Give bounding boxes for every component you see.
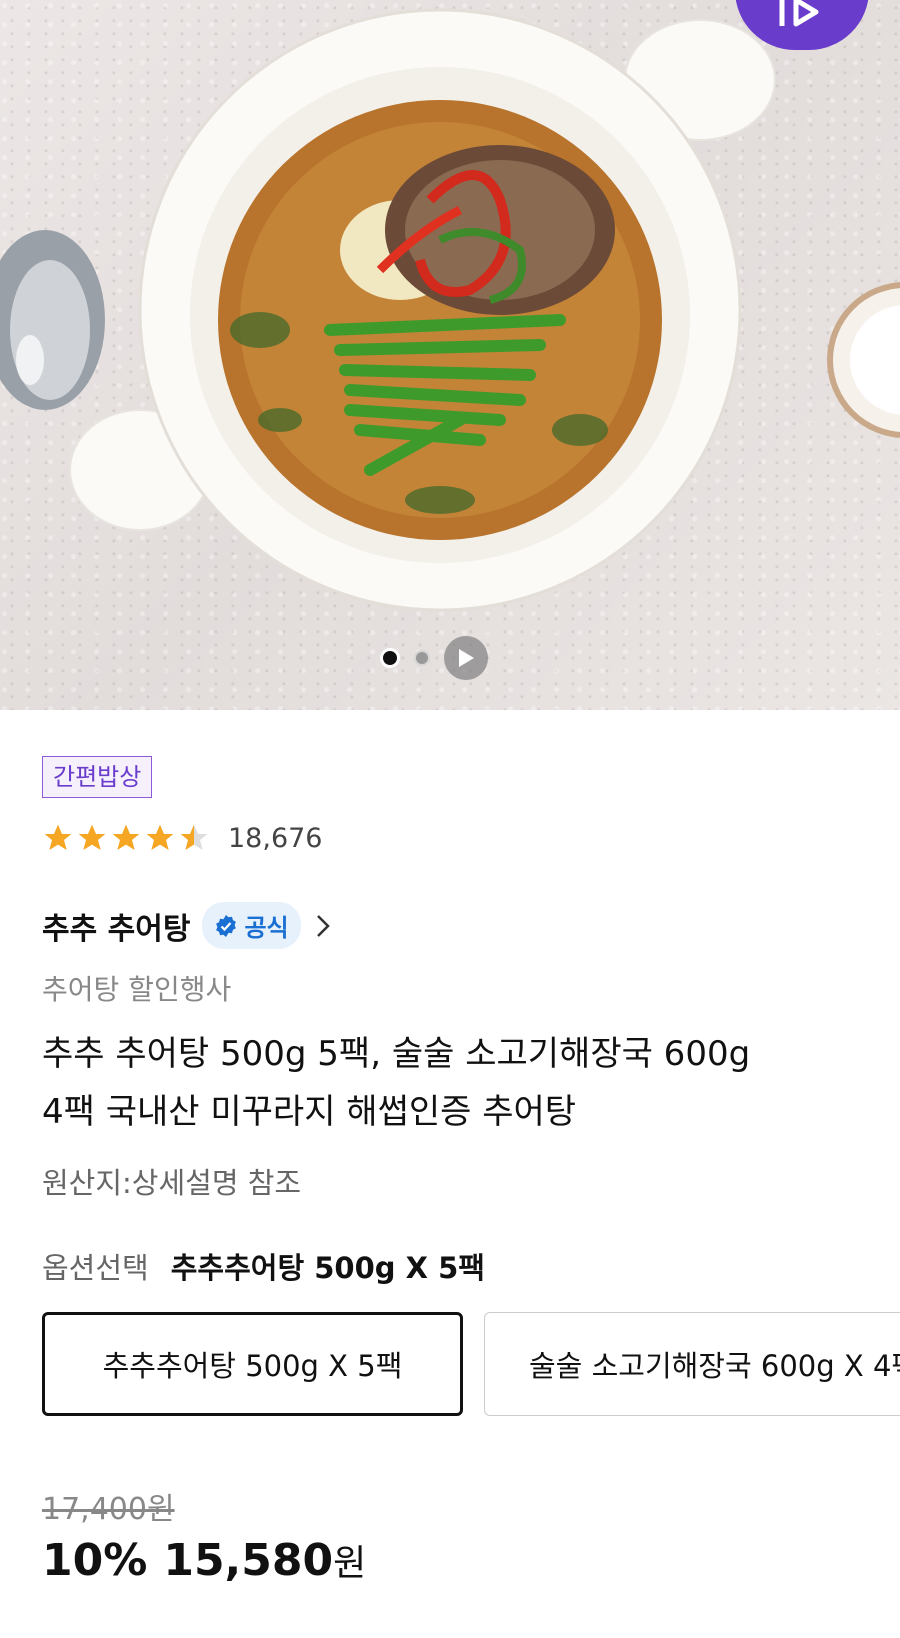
original-price: 17,400원 bbox=[42, 1492, 175, 1527]
option-label: 옵션선택 bbox=[42, 1251, 149, 1285]
option-selected-value: 추추추어탕 500g X 5팩 bbox=[170, 1251, 485, 1285]
option-button[interactable]: 술술 소고기해장국 600g X 4팩 bbox=[484, 1312, 900, 1416]
category-tag[interactable]: 간편밥상 bbox=[42, 756, 153, 798]
star-icon bbox=[146, 824, 174, 850]
rating-row[interactable]: 18,676 bbox=[42, 822, 322, 854]
promo-text: 추어탕 할인행사 bbox=[42, 973, 232, 1006]
page-dot[interactable] bbox=[414, 650, 430, 666]
seller-name: 추추 추어탕 bbox=[42, 911, 191, 947]
review-count: 18,676 bbox=[228, 822, 323, 854]
chevron-right-icon bbox=[316, 914, 330, 937]
official-badge: 공식 bbox=[202, 902, 301, 949]
page-dot-active[interactable] bbox=[380, 648, 400, 668]
product-image[interactable] bbox=[0, 0, 900, 710]
image-pagination bbox=[380, 636, 488, 680]
verified-icon bbox=[216, 914, 237, 937]
sale-price: 15,580 bbox=[163, 1535, 334, 1586]
discount-rate: 10% bbox=[42, 1535, 148, 1586]
product-title-line1: 추추 추어탕 500g 5팩, 술술 소고기해장국 600g bbox=[42, 1034, 751, 1074]
currency-unit: 원 bbox=[333, 1543, 367, 1584]
seller-link[interactable]: 추추 추어탕 공식 bbox=[42, 902, 331, 949]
option-summary: 옵션선택 추추추어탕 500g X 5팩 bbox=[42, 1245, 485, 1287]
origin-info: 원산지:상세설명 참조 bbox=[42, 1166, 302, 1200]
product-photo bbox=[0, 8, 900, 612]
official-label: 공식 bbox=[244, 914, 289, 942]
product-title: 추추 추어탕 500g 5팩, 술술 소고기해장국 600g 4팩 국내산 미꾸… bbox=[42, 1025, 872, 1141]
video-play-button[interactable] bbox=[444, 636, 488, 680]
play-icon bbox=[459, 649, 474, 667]
share-icon bbox=[779, 0, 819, 27]
star-icon bbox=[44, 824, 72, 850]
star-rating bbox=[42, 822, 210, 854]
star-icon bbox=[112, 824, 140, 850]
star-icon bbox=[78, 824, 106, 850]
half-star-icon bbox=[180, 824, 208, 850]
sale-price-row: 10% 15,580 원 bbox=[42, 1534, 366, 1586]
option-button-selected[interactable]: 추추추어탕 500g X 5팩 bbox=[42, 1312, 463, 1416]
product-title-line2: 4팩 국내산 미꾸라지 해썹인증 추어탕 bbox=[42, 1092, 577, 1132]
